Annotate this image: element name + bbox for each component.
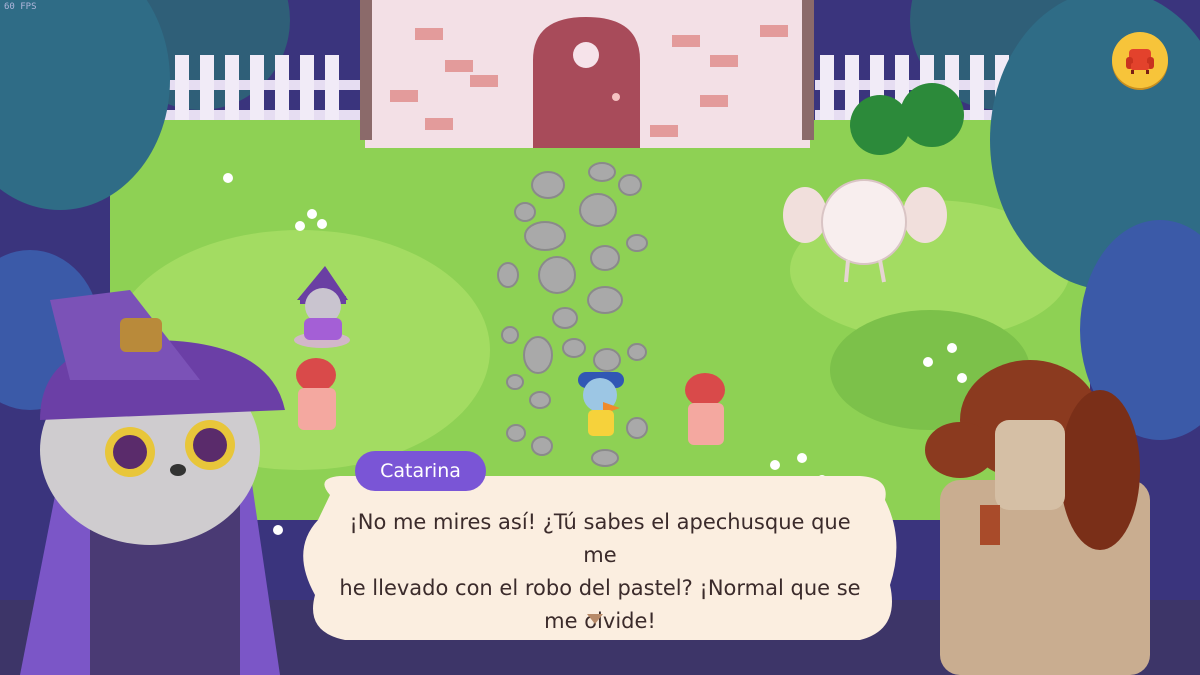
dialog-line: he llevado con el robo del pastel? ¡Norm… <box>339 576 861 600</box>
bush <box>900 83 964 147</box>
dog-officer-small-right <box>685 373 725 445</box>
dialog-line: ¡No me mires así! ¿Tú sabes el apechusqu… <box>349 510 851 567</box>
house <box>360 0 814 148</box>
house-door <box>533 17 640 148</box>
bush <box>850 95 910 155</box>
triangle-down-icon[interactable] <box>585 612 605 626</box>
menu-button[interactable] <box>1112 32 1168 88</box>
door-window <box>573 42 599 68</box>
fps-counter: 60 FPS <box>4 2 37 12</box>
armchair-icon <box>1126 49 1154 74</box>
speaker-name-tag: Catarina <box>355 451 486 491</box>
dog-officer-small-left <box>296 358 336 430</box>
